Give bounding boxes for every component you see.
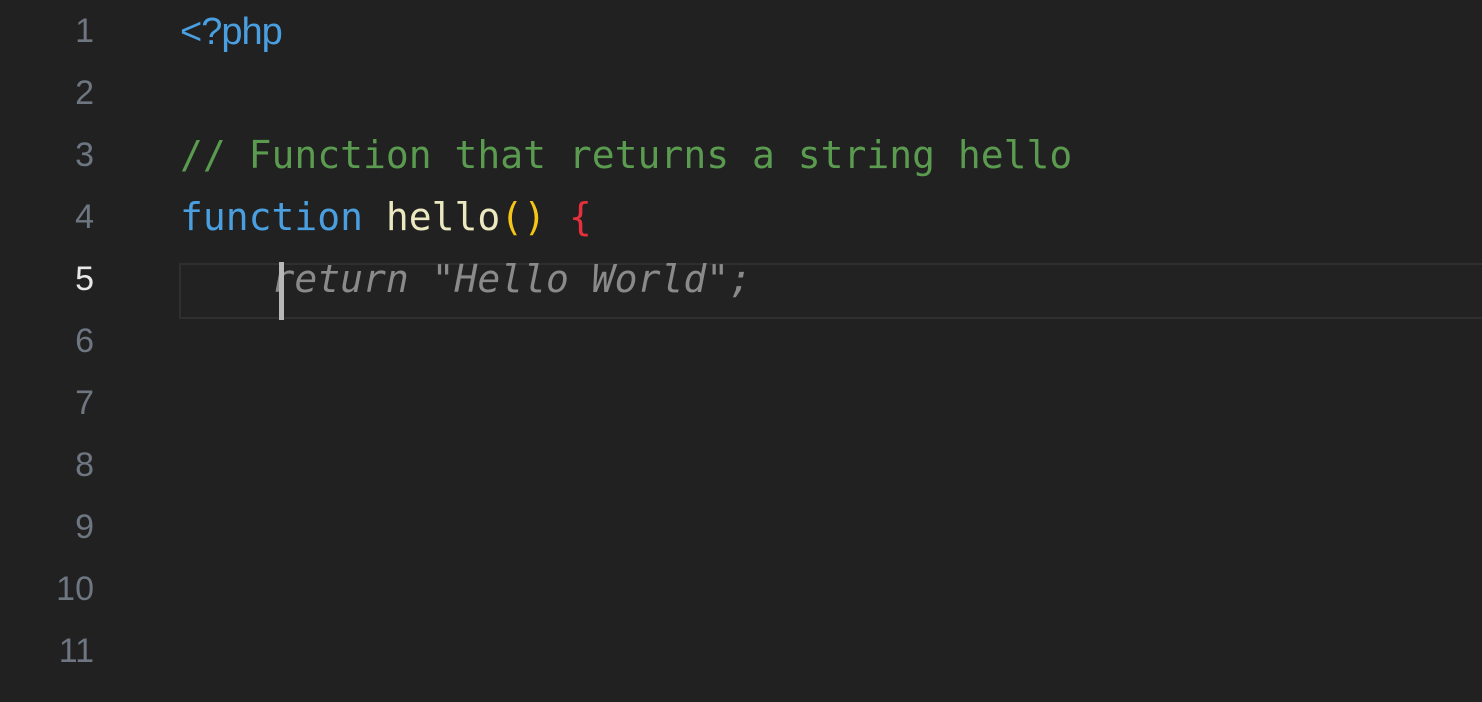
code-line-11[interactable]	[180, 620, 1482, 682]
php-open-tag-token: <?php	[180, 11, 283, 53]
line-number-11[interactable]: 11	[0, 620, 94, 682]
code-line-6[interactable]	[180, 310, 1482, 372]
line-number-4[interactable]: 4	[0, 186, 94, 248]
line-number-3[interactable]: 3	[0, 124, 94, 186]
code-line-9[interactable]	[180, 496, 1482, 558]
code-line-3[interactable]: // Function that returns a string hello	[180, 124, 1482, 186]
line-number-8[interactable]: 8	[0, 434, 94, 496]
open-brace-token: {	[568, 195, 592, 239]
line-number-6[interactable]: 6	[0, 310, 94, 372]
line-number-2[interactable]: 2	[0, 62, 94, 124]
line-number-7[interactable]: 7	[0, 372, 94, 434]
comment-token: // Function that returns a string hello	[180, 133, 1073, 177]
code-line-7[interactable]	[180, 372, 1482, 434]
code-line-5[interactable]: return "Hello World";	[180, 248, 1482, 310]
line-number-10[interactable]: 10	[0, 558, 94, 620]
line-number-1[interactable]: 1	[0, 0, 94, 62]
code-line-8[interactable]	[180, 434, 1482, 496]
editor-gutter: 1 2 3 4 5 6 7 8 9 10 11	[0, 0, 94, 702]
code-editor[interactable]: 1 2 3 4 5 6 7 8 9 10 11 <?php // Functio…	[0, 0, 1482, 702]
code-line-4[interactable]: function hello() {	[180, 186, 1482, 248]
line-number-5[interactable]: 5	[0, 248, 94, 310]
code-line-10[interactable]	[180, 558, 1482, 620]
text-cursor-caret	[279, 262, 284, 320]
line-number-9[interactable]: 9	[0, 496, 94, 558]
code-content-area[interactable]: <?php // Function that returns a string …	[180, 0, 1482, 702]
inline-suggestion-ghost-text[interactable]: return "Hello World";	[272, 257, 752, 301]
function-keyword-token: function	[180, 195, 364, 239]
code-line-1[interactable]: <?php	[180, 0, 1482, 62]
function-name-token: hello	[385, 195, 501, 239]
code-line-2[interactable]	[180, 62, 1482, 124]
parentheses-token: ()	[500, 195, 547, 239]
